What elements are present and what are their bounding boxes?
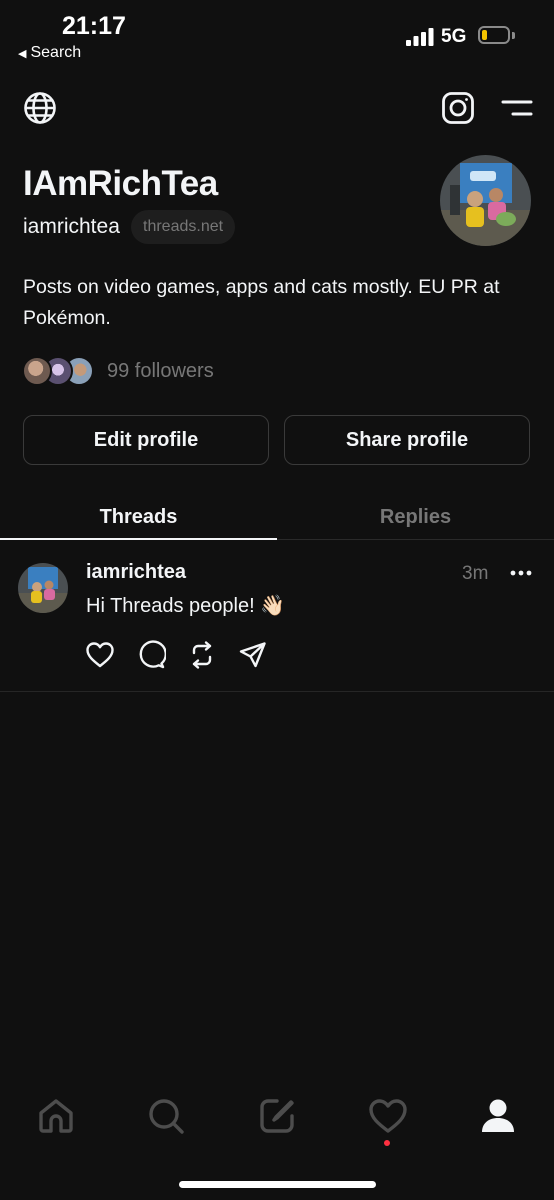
home-indicator xyxy=(179,1181,376,1188)
menu-icon[interactable] xyxy=(500,92,534,124)
signal-icon xyxy=(406,28,434,46)
repost-icon[interactable] xyxy=(187,640,217,670)
profile-username: iamrichtea xyxy=(23,215,120,238)
edit-profile-button[interactable]: Edit profile xyxy=(23,415,269,465)
active-tab-indicator xyxy=(0,538,277,540)
search-icon[interactable] xyxy=(146,1096,186,1136)
compose-icon[interactable] xyxy=(257,1096,297,1136)
share-profile-button[interactable]: Share profile xyxy=(284,415,530,465)
followers-count[interactable]: 99 followers xyxy=(107,360,214,383)
status-time: 21:17 xyxy=(62,12,126,40)
more-options-icon[interactable] xyxy=(510,562,532,584)
home-icon[interactable] xyxy=(36,1096,76,1136)
post-timestamp: 3m xyxy=(462,563,489,584)
back-triangle-icon: ◀ xyxy=(18,47,27,60)
tab-replies[interactable]: Replies xyxy=(277,494,554,540)
battery-cap xyxy=(512,32,515,39)
network-type: 5G xyxy=(441,26,467,47)
back-to-search[interactable]: ◀ Search xyxy=(18,44,81,62)
globe-icon[interactable] xyxy=(22,90,58,126)
profile-bio: Posts on video games, apps and cats most… xyxy=(23,276,500,329)
profile-avatar[interactable] xyxy=(440,155,531,246)
reply-icon[interactable] xyxy=(136,640,166,670)
post-username[interactable]: iamrichtea xyxy=(86,561,186,584)
notification-dot xyxy=(384,1140,390,1146)
post-author-avatar[interactable] xyxy=(18,563,68,613)
post-divider xyxy=(0,691,554,692)
display-name: IAmRichTea xyxy=(23,164,218,203)
followers-row[interactable]: 99 followers xyxy=(22,356,214,386)
tab-threads[interactable]: Threads xyxy=(0,494,277,540)
back-label: Search xyxy=(30,44,82,61)
battery-icon xyxy=(478,26,510,44)
like-icon[interactable] xyxy=(85,640,115,670)
post-text: Hi Threads people! 👋🏻 xyxy=(86,595,286,617)
profile-icon[interactable] xyxy=(478,1096,518,1136)
send-icon[interactable] xyxy=(238,640,268,670)
instagram-icon[interactable] xyxy=(440,90,476,126)
activity-icon[interactable] xyxy=(368,1096,408,1136)
follower-avatar xyxy=(22,356,52,386)
domain-badge[interactable]: threads.net xyxy=(131,210,236,244)
